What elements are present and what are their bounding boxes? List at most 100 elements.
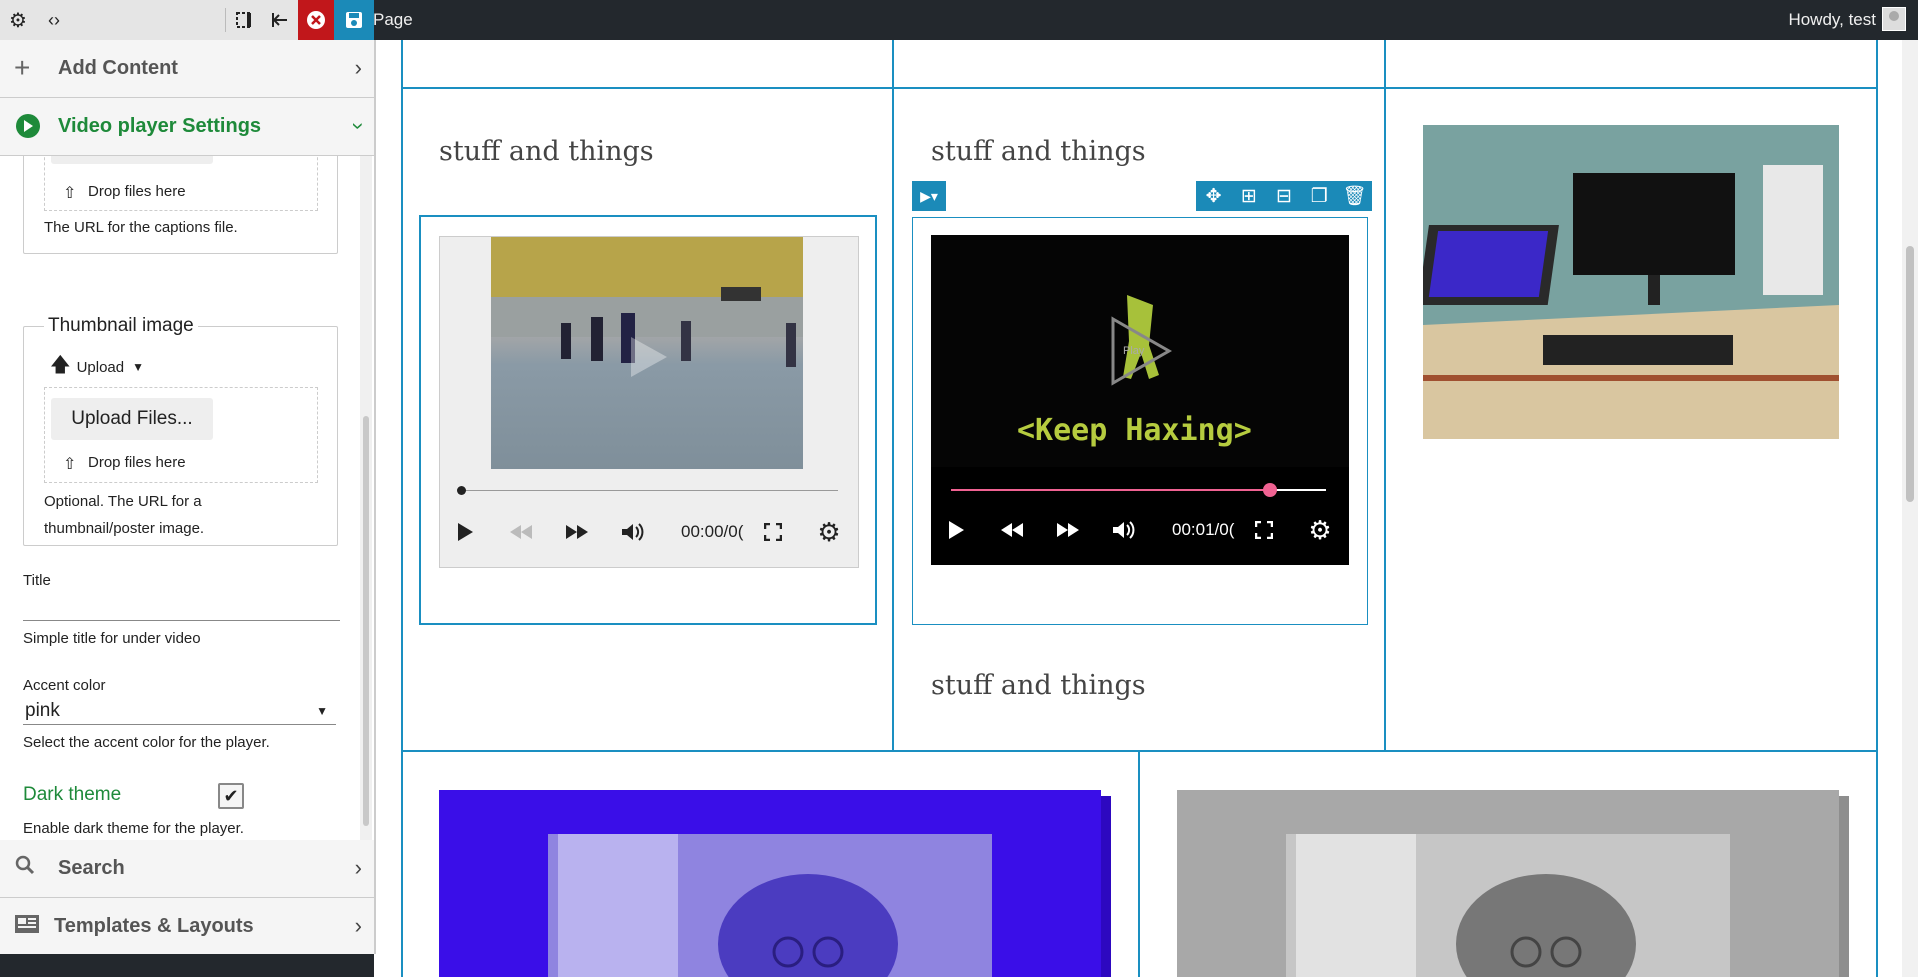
editor-toolbar: ⚙ ‹› — [0, 0, 374, 40]
grid-line — [1384, 40, 1386, 750]
title-help: Simple title for under video — [23, 630, 201, 647]
search-section[interactable]: Search › — [0, 840, 374, 898]
grid-line — [1876, 40, 1878, 977]
time-display: 00:00/0( — [681, 522, 744, 541]
save-icon[interactable] — [334, 0, 374, 40]
settings-panel: Upload Files... ⇧ Drop files here The UR… — [0, 156, 372, 840]
fast-forward-icon[interactable] — [1053, 515, 1083, 545]
column-heading[interactable]: stuff and things — [931, 670, 1146, 701]
video-settings-label: Video player Settings — [58, 115, 262, 137]
settings-gear-icon[interactable]: ⚙ — [814, 517, 844, 547]
photo-blue-block[interactable] — [439, 790, 1111, 977]
layout-icon — [14, 913, 40, 942]
panel-scrollbar[interactable] — [360, 156, 372, 840]
thumbnail-drop-text: Drop files here — [88, 454, 186, 471]
play-icon[interactable] — [450, 517, 480, 547]
templates-label: Templates & Layouts — [54, 915, 254, 937]
thumbnail-help-1: Optional. The URL for a — [44, 493, 202, 510]
portrait-photo-gray[interactable] — [1286, 834, 1730, 977]
column-heading[interactable]: stuff and things — [931, 136, 1146, 167]
accent-color-select[interactable]: pink ▼ — [23, 696, 336, 725]
grid-line — [1138, 750, 1140, 977]
howdy-user-link[interactable]: Howdy, test — [1788, 10, 1876, 30]
chevron-right-icon: › — [354, 913, 362, 938]
progress-track[interactable] — [460, 490, 838, 491]
title-input[interactable] — [23, 596, 340, 621]
play-icon — [16, 114, 40, 138]
page-scrollbar[interactable] — [1902, 40, 1918, 977]
volume-icon[interactable] — [618, 517, 648, 547]
captions-fieldset: Upload Files... ⇧ Drop files here The UR… — [23, 156, 338, 254]
page-scrollbar-thumb[interactable] — [1906, 246, 1914, 502]
video-frame[interactable]: Play <Keep Haxing> — [931, 235, 1349, 467]
caret-down-icon: ▼ — [316, 704, 328, 718]
duplicate-icon[interactable]: ❐ — [1302, 185, 1337, 208]
desk-photo[interactable] — [1423, 125, 1839, 439]
video-player-dark[interactable]: Play <Keep Haxing> 00:01/0( ⚙ — [931, 235, 1349, 565]
collapse-icon[interactable] — [262, 0, 298, 40]
photo-shadow — [1101, 796, 1111, 977]
captions-dropzone[interactable]: Upload Files... ⇧ Drop files here — [44, 156, 318, 211]
thumbnail-dropzone[interactable]: Upload Files... ⇧ Drop files here — [44, 387, 318, 483]
dark-theme-label: Dark theme — [23, 784, 122, 805]
volume-icon[interactable] — [1109, 515, 1139, 545]
rewind-icon[interactable] — [997, 515, 1027, 545]
page-title: Page — [373, 10, 413, 29]
accent-color-help: Select the accent color for the player. — [23, 734, 270, 751]
add-content-section[interactable]: + Add Content › — [0, 40, 374, 98]
close-icon[interactable] — [298, 0, 334, 40]
accent-color-value: pink — [25, 700, 60, 721]
thumbnail-help-2: thumbnail/poster image. — [44, 520, 205, 537]
column-heading[interactable]: stuff and things — [439, 136, 654, 167]
thumbnail-legend: Thumbnail image — [44, 315, 198, 337]
page-canvas: stuff and things stuff and things stuff … — [376, 40, 1918, 977]
trash-icon[interactable]: 🗑 — [1337, 184, 1372, 208]
progress-handle[interactable] — [457, 486, 466, 495]
templates-section[interactable]: Templates & Layouts › — [0, 898, 374, 955]
grid-line — [401, 40, 403, 977]
photo-gray-block[interactable] — [1177, 790, 1849, 977]
upload-icon: ⇧ — [63, 185, 77, 202]
captions-upload-button[interactable]: Upload Files... — [51, 156, 213, 164]
upload-icon: ⇧ — [63, 456, 77, 473]
video-overlay-text: <Keep Haxing> — [1017, 413, 1252, 448]
video-player-light[interactable]: 00:00/0( ⚙ — [439, 236, 859, 568]
photo-shadow — [1839, 796, 1849, 977]
block-edit-toolbar: ✥ ⊞ ⊟ ❐ 🗑 — [1196, 181, 1372, 211]
progress-handle[interactable] — [1262, 483, 1277, 497]
settings-gear-icon[interactable]: ⚙ — [1305, 515, 1335, 545]
accent-color-label: Accent color — [23, 677, 106, 694]
search-label: Search — [58, 857, 125, 879]
play-icon[interactable] — [941, 515, 971, 545]
time-display: 00:01/0( — [1172, 520, 1235, 539]
sidebar-footer — [0, 954, 374, 977]
video-frame[interactable] — [491, 237, 803, 469]
grid-line — [892, 40, 894, 750]
video-settings-section[interactable]: Video player Settings › — [0, 98, 374, 156]
rewind-icon[interactable] — [506, 517, 536, 547]
captions-help: The URL for the captions file. — [44, 219, 238, 236]
portrait-photo-blue[interactable] — [548, 834, 992, 977]
move-icon[interactable]: ✥ — [1196, 185, 1231, 208]
chevron-right-icon: › — [354, 55, 362, 80]
sidebar: + Add Content › Video player Settings › … — [0, 40, 376, 955]
thumbnail-upload-button[interactable]: Upload Files... — [51, 398, 213, 440]
avatar[interactable] — [1882, 7, 1906, 31]
panel-scrollbar-thumb[interactable] — [363, 416, 369, 826]
code-icon[interactable]: ‹› — [36, 0, 72, 40]
upload-menu[interactable]: 🡅 Upload ▼ — [50, 354, 144, 379]
remove-column-icon[interactable]: ⊟ — [1266, 185, 1301, 208]
grid-line — [401, 87, 1878, 89]
chevron-down-icon: › — [346, 122, 372, 130]
gear-icon[interactable]: ⚙ — [0, 0, 36, 40]
block-type-icon[interactable]: ▶▾ — [912, 181, 946, 211]
fullscreen-icon[interactable] — [1249, 515, 1279, 545]
dark-theme-checkbox[interactable]: ✔ — [218, 783, 244, 809]
add-column-icon[interactable]: ⊞ — [1231, 185, 1266, 208]
fast-forward-icon[interactable] — [562, 517, 592, 547]
fullscreen-icon[interactable] — [758, 517, 788, 547]
captions-drop-text: Drop files here — [88, 183, 186, 200]
select-icon[interactable] — [226, 0, 262, 40]
progress-fill — [951, 489, 1270, 491]
dark-theme-help: Enable dark theme for the player. — [23, 820, 244, 837]
